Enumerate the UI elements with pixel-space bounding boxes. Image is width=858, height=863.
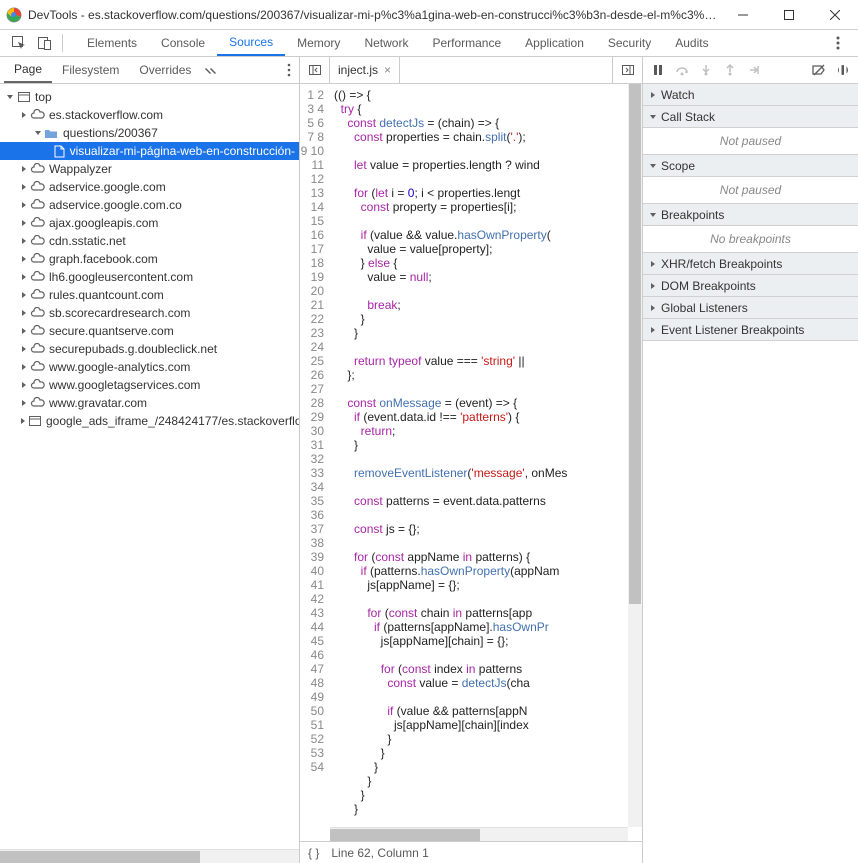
tree-top[interactable]: top [0,88,299,106]
tree-row[interactable]: questions/200367 [0,124,299,142]
tree-row[interactable]: securepubads.g.doubleclick.net [0,340,299,358]
file-tab-label: inject.js [338,63,378,77]
main-tab-application[interactable]: Application [513,30,596,56]
tree-row[interactable]: secure.quantserve.com [0,322,299,340]
accordion-body: Not paused [643,177,858,204]
tree-row[interactable]: www.googletagservices.com [0,376,299,394]
accordion-header-breakpoints[interactable]: Breakpoints [643,204,858,226]
tree-row[interactable]: cdn.sstatic.net [0,232,299,250]
tree-row[interactable]: Wappalyzer [0,160,299,178]
tree-row[interactable]: adservice.google.com.co [0,196,299,214]
navigator-subtabs: PageFilesystemOverrides [0,57,299,84]
subtab-filesystem[interactable]: Filesystem [52,57,129,83]
main-tab-sources[interactable]: Sources [217,30,285,56]
subtab-page[interactable]: Page [4,57,52,83]
window-title: DevTools - es.stackoverflow.com/question… [28,8,720,22]
code-content[interactable]: (() => { try { const detectJs = (chain) … [330,84,628,827]
cursor-position: Line 62, Column 1 [331,846,428,860]
tree-row[interactable]: rules.quantcount.com [0,286,299,304]
tree-row[interactable]: es.stackoverflow.com [0,106,299,124]
close-tab-icon[interactable]: × [384,63,391,77]
code-vertical-scrollbar[interactable] [628,84,642,827]
tree-row[interactable]: graph.facebook.com [0,250,299,268]
accordion-header-call-stack[interactable]: Call Stack [643,106,858,128]
subtab-overrides[interactable]: Overrides [129,57,201,83]
main-tab-audits[interactable]: Audits [663,30,720,56]
editor-statusbar: { } Line 62, Column 1 [300,841,642,863]
titlebar: DevTools - es.stackoverflow.com/question… [0,0,858,30]
accordion-header-global-listeners[interactable]: Global Listeners [643,297,858,319]
tree-row[interactable]: sb.scorecardresearch.com [0,304,299,322]
step-over-button[interactable] [671,59,693,81]
minimize-button[interactable] [720,0,766,29]
more-subtabs-button[interactable] [201,57,221,83]
accordion-header-scope[interactable]: Scope [643,155,858,177]
toggle-debugger-button[interactable] [612,57,642,83]
file-tabs: inject.js × [300,57,642,84]
tree-row[interactable]: google_ads_iframe_/248424177/es.stackove… [0,412,299,430]
tree-row[interactable]: adservice.google.com [0,178,299,196]
deactivate-breakpoints-button[interactable] [808,59,830,81]
accordion-body: Not paused [643,128,858,155]
debugger-accordion: WatchCall StackNot pausedScopeNot paused… [643,84,858,341]
tree-horizontal-scrollbar[interactable] [0,849,299,863]
tree-row[interactable]: visualizar-mi-página-web-en-construcción… [0,142,299,160]
tree-row[interactable]: ajax.googleapis.com [0,214,299,232]
main-tab-console[interactable]: Console [149,30,217,56]
code-horizontal-scrollbar[interactable] [330,827,628,841]
file-tab-inject-js[interactable]: inject.js × [330,57,400,83]
accordion-header-dom-breakpoints[interactable]: DOM Breakpoints [643,275,858,297]
main-tab-security[interactable]: Security [596,30,663,56]
pretty-print-button[interactable]: { } [308,846,319,860]
code-gutter: 1 2 3 4 5 6 7 8 9 10 11 12 13 14 15 16 1… [300,84,330,827]
toggle-navigator-button[interactable] [300,57,330,83]
step-into-button[interactable] [695,59,717,81]
step-out-button[interactable] [719,59,741,81]
accordion-header-watch[interactable]: Watch [643,84,858,106]
pause-button[interactable] [647,59,669,81]
pause-on-exceptions-button[interactable] [832,59,854,81]
main-tab-memory[interactable]: Memory [285,30,352,56]
chrome-favicon-icon [6,7,22,23]
device-toolbar-button[interactable] [32,30,58,56]
inspect-element-button[interactable] [6,30,32,56]
main-tab-elements[interactable]: Elements [75,30,149,56]
tree-row[interactable]: www.google-analytics.com [0,358,299,376]
maximize-button[interactable] [766,0,812,29]
main-tabs: ElementsConsoleSourcesMemoryNetworkPerfo… [75,30,824,56]
accordion-body: No breakpoints [643,226,858,253]
more-menu-button[interactable] [824,30,852,56]
main-toolbar: ElementsConsoleSourcesMemoryNetworkPerfo… [0,30,858,57]
code-editor[interactable]: 1 2 3 4 5 6 7 8 9 10 11 12 13 14 15 16 1… [300,84,642,827]
tree-row[interactable]: www.gravatar.com [0,394,299,412]
step-button[interactable] [743,59,765,81]
file-tree[interactable]: topes.stackoverflow.comquestions/200367v… [0,84,299,849]
navigator-menu-button[interactable] [279,57,299,83]
tree-row[interactable]: lh6.googleusercontent.com [0,268,299,286]
main-tab-performance[interactable]: Performance [420,30,513,56]
debugger-toolbar [643,57,858,84]
main-tab-network[interactable]: Network [352,30,420,56]
accordion-header-event-listener-breakpoints[interactable]: Event Listener Breakpoints [643,319,858,341]
close-button[interactable] [812,0,858,29]
accordion-header-xhr-fetch-breakpoints[interactable]: XHR/fetch Breakpoints [643,253,858,275]
